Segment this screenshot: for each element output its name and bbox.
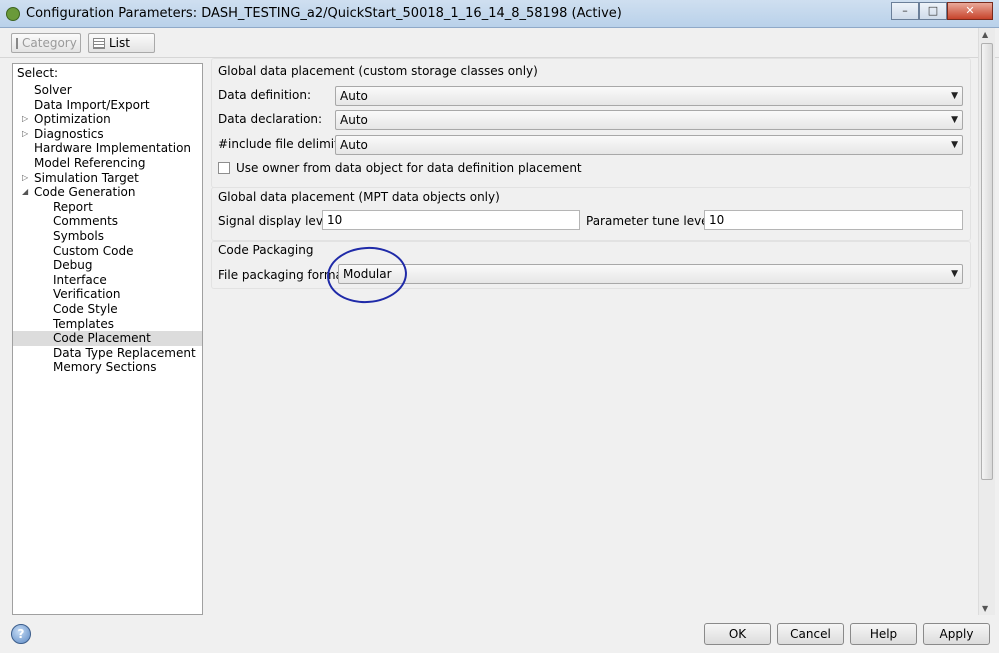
ok-button[interactable]: OK xyxy=(704,623,771,645)
data-declaration-label: Data declaration: xyxy=(218,112,323,126)
help-icon[interactable]: ? xyxy=(11,624,31,644)
dialog-footer: ? OK Cancel Help Apply xyxy=(0,615,999,653)
title-bar: Configuration Parameters: DASH_TESTING_a… xyxy=(0,0,999,28)
category-label: Category xyxy=(22,36,77,50)
tree-item[interactable]: ▷ Simulation Target xyxy=(13,171,202,186)
expander-icon[interactable]: ▷ xyxy=(22,112,28,127)
tree-item-label: Comments xyxy=(53,214,119,229)
window-title: Configuration Parameters: DASH_TESTING_a… xyxy=(26,6,622,21)
tree-item-label: Verification xyxy=(53,287,121,302)
tree-item-label: Hardware Implementation xyxy=(34,141,192,156)
tree-item[interactable]: Data Type Replacement xyxy=(13,346,202,361)
file-packaging-format-value: Modular xyxy=(343,267,392,281)
category-view-button[interactable]: Category xyxy=(11,33,81,53)
help-button[interactable]: Help xyxy=(850,623,917,645)
category-tree-panel: Select: Solver Data Import/Export ▷ Optimiz… xyxy=(12,63,203,615)
parameter-tune-label: Parameter tune level: xyxy=(586,214,716,228)
tree-item[interactable]: Debug xyxy=(13,258,202,273)
scroll-up-icon[interactable]: ▲ xyxy=(982,30,988,39)
global-mpt-group: Global data placement (MPT data objects … xyxy=(211,187,971,241)
scrollbar-thumb[interactable] xyxy=(981,43,993,480)
maximize-button[interactable]: □ xyxy=(919,2,947,20)
tree-item-label: Interface xyxy=(53,272,107,287)
tree-item[interactable]: Memory Sections xyxy=(13,360,202,375)
list-view-button[interactable]: List xyxy=(88,33,155,53)
tree-item-label: Custom Code xyxy=(53,243,134,258)
use-owner-label: Use owner from data object for data defi… xyxy=(236,161,582,175)
tree-item-label: Solver xyxy=(34,83,72,97)
vertical-scrollbar[interactable]: ▲ ▼ xyxy=(978,28,995,615)
tree-item-label: Data Import/Export xyxy=(34,97,150,112)
tree-item[interactable]: Code Placement xyxy=(13,331,202,346)
signal-display-input[interactable]: 10 xyxy=(322,210,580,230)
tree-item[interactable]: ▷ Optimization xyxy=(13,112,202,127)
tree-item[interactable]: Hardware Implementation xyxy=(13,141,202,156)
toolbar: Category List xyxy=(0,28,999,58)
tree-item[interactable]: Model Referencing xyxy=(13,156,202,171)
tree-item[interactable]: Interface xyxy=(13,273,202,288)
tree-item-label: Model Referencing xyxy=(34,155,146,170)
tree-item[interactable]: ▷ Diagnostics xyxy=(13,127,202,142)
code-packaging-group: Code Packaging File packaging format: Mo… xyxy=(211,241,971,289)
expander-icon[interactable]: ▷ xyxy=(22,127,28,142)
tree-item-label: Symbols xyxy=(53,228,104,243)
expander-icon[interactable]: ▷ xyxy=(22,171,28,186)
matlab-app-icon xyxy=(6,7,20,21)
window-controls: – □ ✕ xyxy=(891,2,993,20)
list-label: List xyxy=(109,36,130,50)
parameter-tune-input[interactable]: 10 xyxy=(704,210,963,230)
data-definition-dropdown[interactable]: Auto ▼ xyxy=(335,86,963,106)
tree-item-label: Code Placement xyxy=(53,331,151,346)
tree-item[interactable]: Custom Code xyxy=(13,244,202,259)
global-mpt-title: Global data placement (MPT data objects … xyxy=(218,190,500,204)
include-delimiter-dropdown[interactable]: Auto ▼ xyxy=(335,135,963,155)
list-icon xyxy=(93,37,105,49)
tree-item-label: Code Generation xyxy=(34,185,136,200)
include-delimiter-value: Auto xyxy=(340,138,368,152)
close-button[interactable]: ✕ xyxy=(947,2,993,20)
expander-icon[interactable]: ◢ xyxy=(22,185,28,200)
tree-item[interactable]: Templates xyxy=(13,317,202,332)
chevron-down-icon: ▼ xyxy=(951,91,958,101)
global-custom-title: Global data placement (custom storage cl… xyxy=(218,64,538,78)
file-packaging-format-dropdown[interactable]: Modular ▼ xyxy=(338,264,963,284)
scroll-down-icon[interactable]: ▼ xyxy=(982,604,988,613)
chevron-down-icon: ▼ xyxy=(951,269,958,279)
select-label: Select: xyxy=(17,66,59,80)
data-declaration-value: Auto xyxy=(340,113,368,127)
chevron-down-icon: ▼ xyxy=(951,115,958,125)
tree-item[interactable]: Code Style xyxy=(13,302,202,317)
use-owner-checkbox[interactable] xyxy=(218,162,230,174)
category-tree: Solver Data Import/Export ▷ Optimization ▷ Di… xyxy=(13,83,202,375)
file-packaging-format-label: File packaging format: xyxy=(218,268,352,282)
tree-item[interactable]: Symbols xyxy=(13,229,202,244)
cancel-button[interactable]: Cancel xyxy=(777,623,844,645)
tree-item[interactable]: Data Import/Export xyxy=(13,98,202,113)
tree-item-label: Optimization xyxy=(34,112,111,127)
tree-item[interactable]: ◢ Code Generation xyxy=(13,185,202,200)
tree-item-label: Templates xyxy=(53,316,115,331)
tree-item-label: Diagnostics xyxy=(34,126,104,141)
chevron-down-icon: ▼ xyxy=(951,140,958,150)
tree-item[interactable]: Verification xyxy=(13,287,202,302)
tree-item-label: Code Style xyxy=(53,301,118,316)
data-declaration-dropdown[interactable]: Auto ▼ xyxy=(335,110,963,130)
tree-item-label: Simulation Target xyxy=(34,170,139,185)
tree-item-label: Debug xyxy=(53,258,93,273)
tree-item-label: Data Type Replacement xyxy=(53,345,196,360)
minimize-button[interactable]: – xyxy=(891,2,919,20)
data-definition-label: Data definition: xyxy=(218,88,311,102)
code-packaging-title: Code Packaging xyxy=(218,243,314,257)
tree-item-label: Memory Sections xyxy=(53,360,157,375)
global-custom-group: Global data placement (custom storage cl… xyxy=(211,58,971,188)
tree-item[interactable]: Solver xyxy=(13,83,202,98)
settings-panel: Global data placement (custom storage cl… xyxy=(203,58,978,615)
apply-button[interactable]: Apply xyxy=(923,623,990,645)
data-definition-value: Auto xyxy=(340,89,368,103)
signal-display-label: Signal display level: xyxy=(218,214,338,228)
category-icon xyxy=(16,37,18,49)
tree-item-label: Report xyxy=(53,199,93,214)
tree-item[interactable]: Comments xyxy=(13,214,202,229)
tree-item[interactable]: Report xyxy=(13,200,202,215)
